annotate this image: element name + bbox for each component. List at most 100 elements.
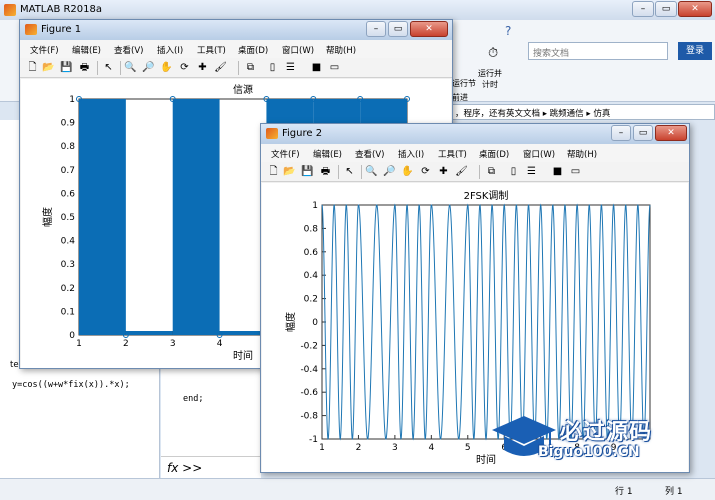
brush-icon[interactable]: 🖌 — [455, 165, 468, 178]
breadcrumb[interactable]: ，程序，还有英文文档 ▸ 跳频通信 ▸ 仿真 — [450, 104, 715, 120]
login-button[interactable]: 登录 — [678, 42, 712, 60]
y-tick-label: 1 — [312, 201, 318, 211]
figure2-menubar: 文件(F) 编辑(E) 查看(V) 插入(I) 工具(T) 桌面(D) 窗口(W… — [261, 144, 689, 162]
minimize-button[interactable]: – — [632, 1, 654, 17]
menu-help[interactable]: 帮助(H) — [567, 148, 597, 160]
new-figure-icon[interactable]: 🗋 — [267, 165, 280, 178]
chart-title: 信源 — [233, 83, 253, 96]
figure2-maximize-button[interactable]: ▭ — [633, 125, 653, 141]
y-tick-label: -0.2 — [300, 341, 318, 351]
menu-window[interactable]: 窗口(W) — [523, 148, 555, 160]
figure1-minimize-button[interactable]: – — [366, 21, 386, 37]
menu-desktop[interactable]: 桌面(D) — [479, 148, 509, 160]
close-button[interactable]: ✕ — [678, 1, 712, 17]
figure2-close-button[interactable]: ✕ — [655, 125, 687, 141]
open-icon[interactable]: 📂 — [42, 61, 55, 74]
pointer-icon[interactable]: ↖ — [102, 61, 115, 74]
save-icon[interactable]: 💾 — [301, 165, 314, 178]
print-icon[interactable]: 🖶 — [78, 61, 91, 74]
y-tick-label: 0.4 — [61, 237, 76, 247]
open-icon[interactable]: 📂 — [283, 165, 296, 178]
zoom-out-icon[interactable]: 🔎 — [142, 61, 155, 74]
y-axis-label: 幅度 — [284, 312, 297, 332]
zoom-in-icon[interactable]: 🔍 — [124, 61, 137, 74]
figure2-minimize-button[interactable]: – — [611, 125, 631, 141]
y-tick-label: -0.4 — [300, 365, 318, 375]
status-row: 行 1 — [615, 487, 633, 497]
y-tick-label: 0.5 — [61, 213, 75, 223]
x-tick-label: 4 — [217, 339, 223, 349]
figure-icon — [25, 24, 37, 35]
editor-code-line: end; — [183, 394, 204, 404]
pan-icon[interactable]: ✋ — [401, 165, 414, 178]
rotate-icon[interactable]: ⟳ — [419, 165, 432, 178]
colorbar-icon[interactable]: ▯ — [507, 165, 520, 178]
x-tick-label: 5 — [465, 443, 471, 453]
link-plot-icon[interactable]: ⧉ — [244, 61, 257, 74]
run-section-button[interactable]: 运行节 — [452, 78, 476, 89]
x-tick-label: 1 — [319, 443, 325, 453]
brush-icon[interactable]: 🖌 — [214, 61, 227, 74]
menu-insert[interactable]: 插入(I) — [398, 148, 424, 160]
y-tick-label: 0.3 — [61, 260, 75, 270]
maximize-button[interactable]: ▭ — [655, 1, 677, 17]
legend-icon[interactable]: ☰ — [284, 61, 297, 74]
y-tick-label: 1 — [69, 95, 75, 105]
figure1-menubar: 文件(F) 编辑(E) 查看(V) 插入(I) 工具(T) 桌面(D) 窗口(W… — [20, 40, 452, 58]
menu-desktop[interactable]: 桌面(D) — [238, 44, 268, 56]
hide-tools-icon[interactable]: ■ — [551, 165, 564, 178]
menu-insert[interactable]: 插入(I) — [157, 44, 183, 56]
x-axis-label: 时间 — [233, 349, 253, 362]
dock-icon[interactable]: ▭ — [569, 165, 582, 178]
pan-icon[interactable]: ✋ — [160, 61, 173, 74]
figure1-titlebar[interactable]: Figure 1 – ▭ ✕ — [20, 20, 452, 40]
menu-view[interactable]: 查看(V) — [355, 148, 384, 160]
watermark-site: Biguo100.CN — [538, 444, 640, 460]
data-cursor-icon[interactable]: ✚ — [196, 61, 209, 74]
run-and-time-button[interactable]: 运行并 计时 — [478, 68, 502, 90]
zoom-out-icon[interactable]: 🔎 — [383, 165, 396, 178]
help-icon[interactable]: ? — [505, 24, 511, 38]
x-tick-label: 3 — [170, 339, 176, 349]
watermark: 必过源码 Biguo100.CN — [488, 408, 708, 472]
figure1-maximize-button[interactable]: ▭ — [388, 21, 408, 37]
legend-icon[interactable]: ☰ — [525, 165, 538, 178]
hide-tools-icon[interactable]: ■ — [310, 61, 323, 74]
pointer-icon[interactable]: ↖ — [343, 165, 356, 178]
advance-button[interactable]: 前进 — [452, 92, 468, 103]
save-icon[interactable]: 💾 — [60, 61, 73, 74]
y-tick-label: 0.7 — [61, 166, 75, 176]
figure2-titlebar[interactable]: Figure 2 – ▭ ✕ — [261, 124, 689, 144]
y-tick-label: 0.6 — [304, 248, 319, 258]
bit-bar — [79, 99, 126, 335]
figure2-title: Figure 2 — [282, 128, 323, 139]
menu-edit[interactable]: 编辑(E) — [72, 44, 101, 56]
y-tick-label: -0.8 — [300, 412, 318, 422]
menu-file[interactable]: 文件(F) — [271, 148, 300, 160]
menu-tools[interactable]: 工具(T) — [438, 148, 467, 160]
menu-help[interactable]: 帮助(H) — [326, 44, 356, 56]
link-plot-icon[interactable]: ⧉ — [485, 165, 498, 178]
y-tick-label: 0 — [69, 331, 75, 341]
search-docs-input[interactable]: 搜索文档 — [528, 42, 668, 60]
colorbar-icon[interactable]: ▯ — [266, 61, 279, 74]
menu-tools[interactable]: 工具(T) — [197, 44, 226, 56]
command-history-entry[interactable]: y=cos((w+w*fix(x)).*x); — [12, 380, 130, 390]
rotate-icon[interactable]: ⟳ — [178, 61, 191, 74]
y-tick-label: 0.2 — [304, 295, 318, 305]
y-axis-label: 幅度 — [41, 207, 54, 227]
figure1-close-button[interactable]: ✕ — [410, 21, 448, 37]
zoom-in-icon[interactable]: 🔍 — [365, 165, 378, 178]
menu-edit[interactable]: 编辑(E) — [313, 148, 342, 160]
new-figure-icon[interactable]: 🗋 — [26, 61, 39, 74]
figure-icon — [266, 128, 278, 139]
menu-file[interactable]: 文件(F) — [30, 44, 59, 56]
menu-view[interactable]: 查看(V) — [114, 44, 143, 56]
print-icon[interactable]: 🖶 — [319, 165, 332, 178]
dock-icon[interactable]: ▭ — [328, 61, 341, 74]
x-tick-label: 1 — [76, 339, 82, 349]
command-prompt[interactable]: fx >> — [161, 456, 261, 478]
figure2-toolbar: 🗋 📂 💾 🖶 ↖ 🔍 🔎 ✋ ⟳ ✚ 🖌 ⧉ ▯ ☰ ■ ▭ — [261, 162, 689, 182]
menu-window[interactable]: 窗口(W) — [282, 44, 314, 56]
data-cursor-icon[interactable]: ✚ — [437, 165, 450, 178]
